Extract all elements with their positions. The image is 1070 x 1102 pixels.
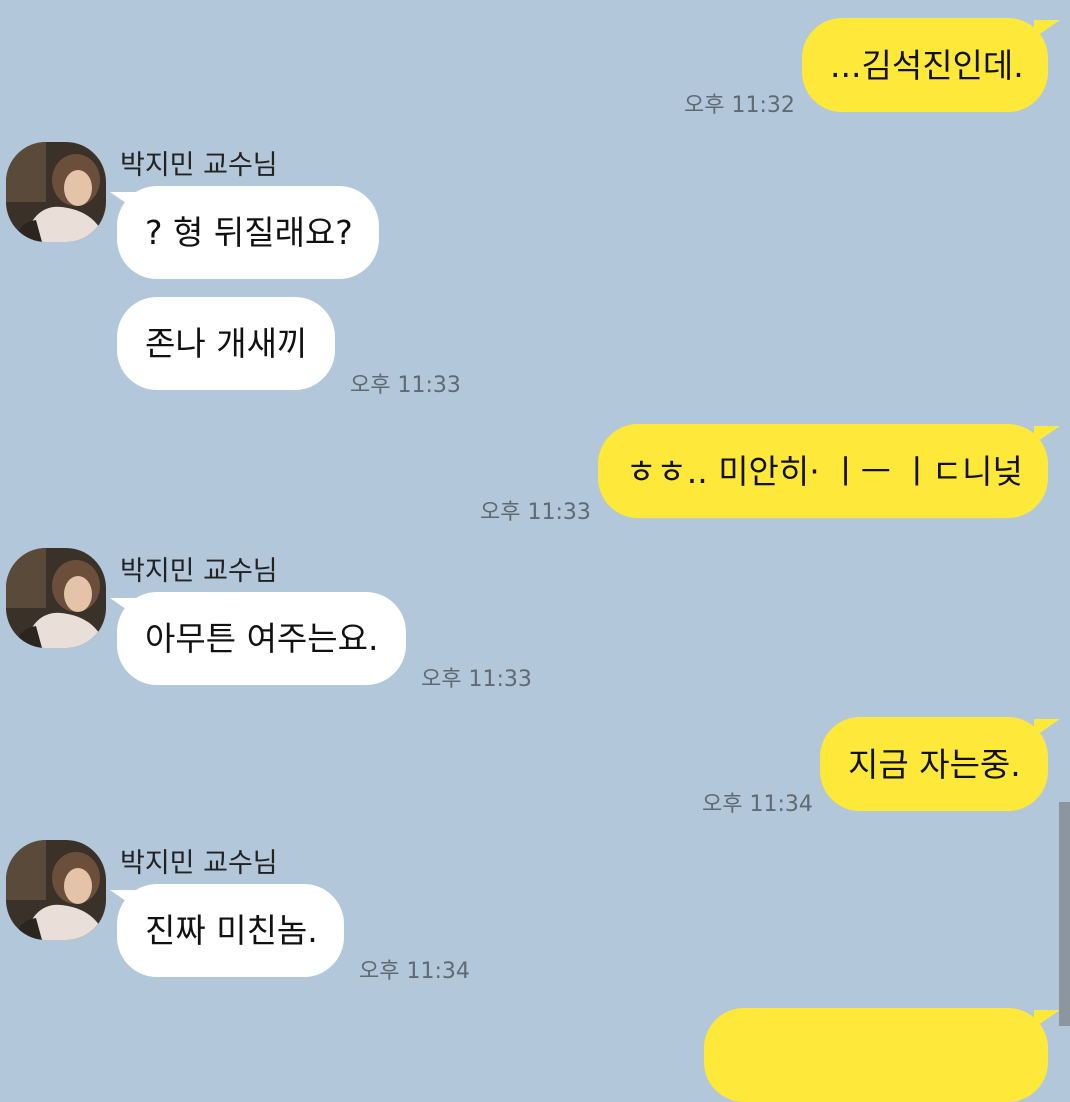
profile-photo-icon bbox=[6, 548, 106, 648]
message-time: 오후 11:33 bbox=[350, 373, 461, 398]
message-time: 오후 11:33 bbox=[421, 667, 532, 692]
message-bubble-sent[interactable]: ㅎㅎ.. 미안히· ㅣㅡ ㅣㄷ니넞 bbox=[598, 424, 1048, 518]
message-text: 진짜 미친놈. bbox=[145, 911, 318, 950]
message-bubble-sent[interactable]: 지금 자는중. bbox=[820, 717, 1048, 811]
message-bubble-received[interactable]: ? 형 뒤질래요? bbox=[117, 186, 379, 279]
bubble-tail bbox=[1034, 719, 1060, 737]
chat-area[interactable]: ...김석진인데. 오후 11:32 박지민 교수님 ? 형 뒤질래요? 존나 … bbox=[0, 0, 1070, 1102]
message-text: ...김석진인데. bbox=[830, 45, 1024, 85]
avatar[interactable] bbox=[6, 142, 106, 242]
bubble-tail bbox=[1034, 20, 1060, 38]
bubble-tail bbox=[1034, 1010, 1060, 1028]
contact-name: 박지민 교수님 bbox=[120, 150, 278, 181]
message-text: 존나 개새끼 bbox=[145, 324, 308, 363]
message-text: ? 형 뒤질래요? bbox=[145, 213, 353, 252]
message-time: 오후 11:32 bbox=[684, 93, 795, 118]
message-text: 아무튼 여주는요. bbox=[145, 619, 379, 658]
message-bubble-received[interactable]: 존나 개새끼 bbox=[117, 297, 335, 390]
message-time: 오후 11:34 bbox=[702, 792, 813, 817]
avatar[interactable] bbox=[6, 840, 106, 940]
bubble-tail bbox=[1034, 426, 1060, 444]
message-bubble-received[interactable]: 진짜 미친놈. bbox=[117, 884, 344, 977]
message-bubble-received[interactable]: 아무튼 여주는요. bbox=[117, 592, 406, 685]
message-bubble-sent-partial[interactable] bbox=[704, 1008, 1048, 1102]
message-text: ㅎㅎ.. 미안히· ㅣㅡ ㅣㄷ니넞 bbox=[626, 451, 1023, 491]
contact-name: 박지민 교수님 bbox=[120, 556, 278, 587]
avatar[interactable] bbox=[6, 548, 106, 648]
profile-photo-icon bbox=[6, 840, 106, 940]
message-text: 지금 자는중. bbox=[848, 744, 1021, 784]
contact-name: 박지민 교수님 bbox=[120, 848, 278, 879]
message-bubble-sent[interactable]: ...김석진인데. bbox=[802, 18, 1048, 112]
message-time: 오후 11:33 bbox=[480, 500, 591, 525]
message-time: 오후 11:34 bbox=[359, 959, 470, 984]
profile-photo-icon bbox=[6, 142, 106, 242]
scrollbar[interactable] bbox=[1059, 802, 1070, 1026]
